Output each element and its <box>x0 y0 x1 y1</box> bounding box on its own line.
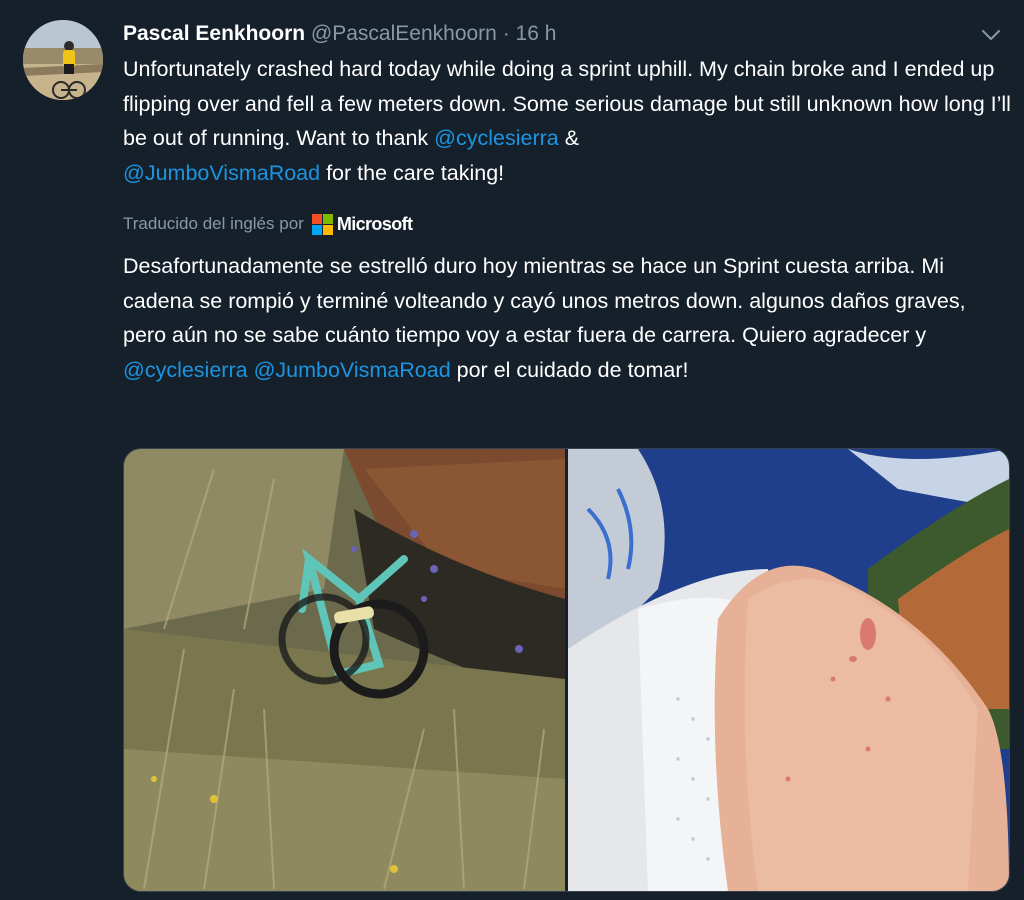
mention-link[interactable]: @JumboVismaRoad <box>123 161 320 185</box>
tweet-text-part: & <box>558 126 580 150</box>
translated-text-part: por el cuidado de tomar! <box>450 357 689 382</box>
timestamp[interactable]: 16 h <box>516 22 557 45</box>
microsoft-logo-icon <box>311 213 333 235</box>
chevron-down-icon <box>981 28 1001 46</box>
mention-link[interactable]: @JumboVismaRoad <box>254 358 451 382</box>
translated-text: Desafortunadamente se estrelló duro hoy … <box>123 249 1003 387</box>
separator-dot: · <box>502 22 510 45</box>
translation-provider: Microsoft <box>336 213 413 234</box>
author-name[interactable]: Pascal Eenkhoorn <box>123 22 305 45</box>
tweet[interactable]: Pascal Eenkhoorn @PascalEenkhoorn · 16 h… <box>0 0 1024 900</box>
tweet-text: Unfortunately crashed hard today while d… <box>123 52 1013 190</box>
mention-link[interactable]: @cyclesierra <box>123 358 248 382</box>
photo-injured-shoulder[interactable] <box>568 449 1009 891</box>
translation-attribution: Traducido del inglés por Microsoft <box>123 210 413 238</box>
media-grid <box>123 448 1010 892</box>
avatar[interactable] <box>23 20 103 100</box>
tweet-text-part: for the care taking! <box>320 160 505 185</box>
translated-text-part: Desafortunadamente se estrelló duro hoy … <box>123 254 966 347</box>
injured-shoulder-image <box>568 449 1009 891</box>
crashed-bike-image <box>124 449 565 891</box>
tweet-menu-button[interactable] <box>978 24 1004 50</box>
translation-label: Traducido del inglés por <box>123 214 304 233</box>
avatar-image <box>23 20 103 100</box>
tweet-header: Pascal Eenkhoorn @PascalEenkhoorn · 16 h <box>123 20 964 48</box>
author-handle[interactable]: @PascalEenkhoorn <box>311 22 497 45</box>
photo-crashed-bike[interactable] <box>124 449 565 891</box>
mention-link[interactable]: @cyclesierra <box>434 126 559 150</box>
